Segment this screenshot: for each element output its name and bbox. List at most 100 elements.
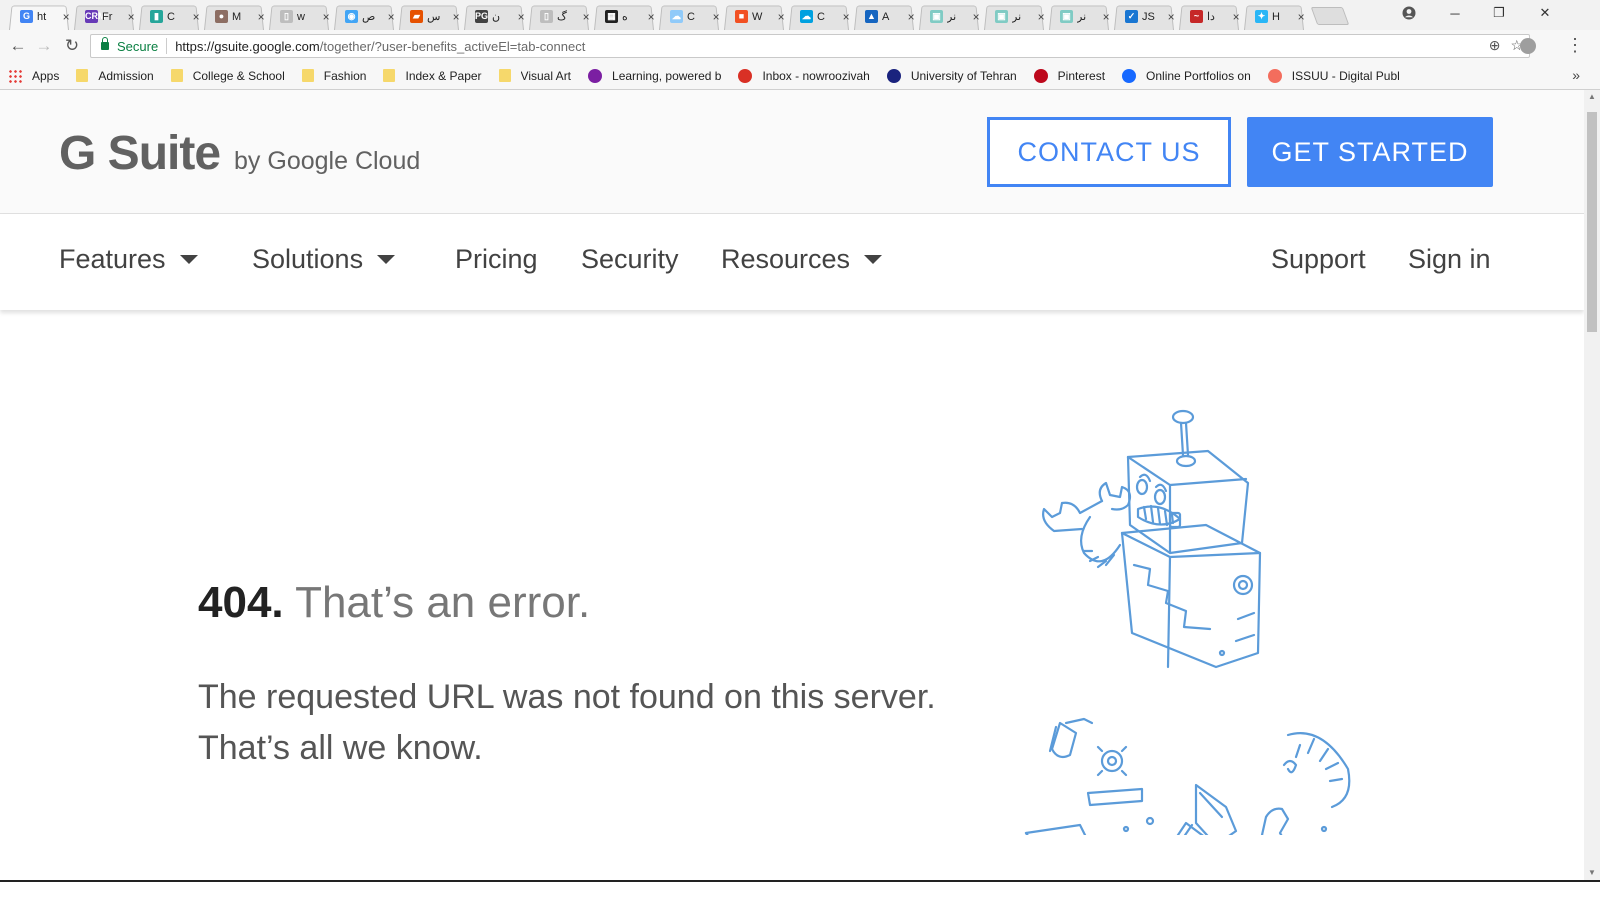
- reload-icon[interactable]: ↻: [62, 36, 82, 56]
- browser-tab[interactable]: ☁ C ×: [656, 3, 722, 30]
- browser-tab[interactable]: ■ W ×: [721, 3, 787, 30]
- scroll-up-icon[interactable]: ▲: [1584, 90, 1600, 104]
- page-scrollbar[interactable]: ▲ ▼: [1584, 90, 1600, 880]
- browser-tab[interactable]: ~ دا ×: [1176, 3, 1242, 30]
- browser-tab[interactable]: ▣ نر ×: [981, 3, 1047, 30]
- nav-resources-label: Resources: [721, 244, 851, 274]
- browser-tab[interactable]: ◉ ص ×: [331, 3, 397, 30]
- extension-icon[interactable]: [1520, 38, 1536, 54]
- nav-resources[interactable]: Resources: [721, 244, 883, 275]
- browser-tab[interactable]: ● M ×: [201, 3, 267, 30]
- bookmark-item[interactable]: College & School: [170, 69, 285, 83]
- tab-close-icon[interactable]: ×: [645, 10, 657, 24]
- bookmark-item[interactable]: Apps: [8, 68, 59, 83]
- browser-tab[interactable]: ✦ H ×: [1241, 3, 1307, 30]
- bookmark-label: Pinterest: [1057, 68, 1106, 83]
- browser-tab[interactable]: ▣ نر ×: [1046, 3, 1112, 30]
- tab-close-icon[interactable]: ×: [320, 10, 332, 24]
- browser-tab[interactable]: ☁ C ×: [786, 3, 852, 30]
- nav-support[interactable]: Support: [1271, 244, 1366, 275]
- more-bookmarks-icon[interactable]: »: [1572, 67, 1580, 83]
- gsuite-logo[interactable]: G Suite by Google Cloud: [59, 126, 420, 181]
- browser-tab[interactable]: ▦ ه ×: [591, 3, 657, 30]
- browser-tab[interactable]: ✓ JS ×: [1111, 3, 1177, 30]
- folder-icon: [76, 69, 89, 82]
- bookmark-item[interactable]: Online Portfolios on: [1122, 68, 1251, 83]
- browser-tab[interactable]: ▯ گ ×: [526, 3, 592, 30]
- back-icon[interactable]: ←: [8, 36, 28, 56]
- error-heading: 404. That’s an error.: [198, 578, 590, 628]
- bookmark-item[interactable]: Inbox - nowroozivah: [738, 68, 870, 83]
- tab-list: Ght × CRM Fr × ▮ C × ● M × ▯ w × ◉ ص × ▰ س × PG ن × ▯ گ × ▦ ه × ☁ C × ■ W…: [6, 3, 1346, 30]
- restore-icon[interactable]: ❐: [1476, 0, 1522, 26]
- tab-close-icon[interactable]: ×: [515, 10, 527, 24]
- scroll-thumb[interactable]: [1587, 112, 1597, 332]
- browser-tab[interactable]: ▯ w ×: [266, 3, 332, 30]
- browser-tab[interactable]: CRM Fr ×: [71, 3, 137, 30]
- profile-icon[interactable]: [1386, 0, 1432, 26]
- issuu-icon: [1267, 68, 1282, 83]
- salesforce-cloud-icon: ☁: [800, 10, 813, 23]
- error-title: That’s an error.: [295, 578, 591, 627]
- browser-tab[interactable]: ▣ نر ×: [916, 3, 982, 30]
- browser-tab[interactable]: PG ن ×: [461, 3, 527, 30]
- zoom-icon[interactable]: ⊕: [1489, 37, 1501, 54]
- tab-close-icon[interactable]: ×: [1295, 10, 1307, 24]
- contact-us-button[interactable]: CONTACT US: [987, 117, 1231, 187]
- address-bar[interactable]: Secure https://gsuite.google.com/togethe…: [90, 34, 1530, 58]
- forward-icon[interactable]: →: [34, 36, 54, 56]
- tab-close-icon[interactable]: ×: [840, 10, 852, 24]
- chrome-menu-icon[interactable]: ⋮: [1566, 35, 1584, 55]
- nav-security[interactable]: Security: [581, 244, 679, 275]
- nav-pricing[interactable]: Pricing: [455, 244, 538, 275]
- triangle-logo-icon: ▲: [865, 10, 878, 23]
- bookmark-item[interactable]: Fashion: [301, 69, 366, 83]
- tab-title: Fr: [102, 10, 113, 23]
- nav-features[interactable]: Features: [59, 244, 198, 275]
- tab-title: M: [232, 10, 242, 23]
- checkbox-logo-icon: ✓: [1125, 10, 1138, 23]
- tab-close-icon[interactable]: ×: [1035, 10, 1047, 24]
- bookmark-item[interactable]: ISSUU - Digital Publ: [1267, 68, 1400, 83]
- minimize-icon[interactable]: ─: [1432, 0, 1478, 26]
- bookmark-item[interactable]: Admission: [76, 69, 154, 83]
- tab-close-icon[interactable]: ×: [970, 10, 982, 24]
- bookmark-item[interactable]: University of Tehran: [886, 68, 1017, 83]
- browser-tab[interactable]: Ght ×: [6, 3, 72, 30]
- bookmark-label: Inbox - nowroozivah: [762, 68, 870, 83]
- url-host: https://gsuite.google.com: [175, 38, 320, 54]
- bookmark-item[interactable]: Index & Paper: [383, 69, 482, 83]
- tab-close-icon[interactable]: ×: [580, 10, 592, 24]
- nav-sign-in[interactable]: Sign in: [1408, 244, 1491, 275]
- tab-title: W: [752, 10, 763, 23]
- pg-icon: PG: [475, 10, 489, 23]
- error-line-1: The requested URL was not found on this …: [198, 678, 936, 716]
- folder-icon: [170, 69, 183, 82]
- tab-title: w: [297, 10, 305, 23]
- browser-tab[interactable]: ▲ A ×: [851, 3, 917, 30]
- bookmark-item[interactable]: Learning, powered b: [588, 68, 721, 83]
- tab-close-icon[interactable]: ×: [385, 10, 397, 24]
- tab-close-icon[interactable]: ×: [190, 10, 202, 24]
- tab-close-icon[interactable]: ×: [710, 10, 722, 24]
- lock-icon: [101, 37, 109, 50]
- tab-close-icon[interactable]: ×: [60, 10, 72, 24]
- browser-tab[interactable]: ▮ C ×: [136, 3, 202, 30]
- tab-close-icon[interactable]: ×: [905, 10, 917, 24]
- bookmark-item[interactable]: Pinterest: [1033, 68, 1106, 83]
- browser-tab[interactable]: ▰ س ×: [396, 3, 462, 30]
- tab-close-icon[interactable]: ×: [125, 10, 137, 24]
- tab-close-icon[interactable]: ×: [1165, 10, 1177, 24]
- tab-close-icon[interactable]: ×: [1230, 10, 1242, 24]
- tab-close-icon[interactable]: ×: [450, 10, 462, 24]
- tab-close-icon[interactable]: ×: [1100, 10, 1112, 24]
- bookmark-item[interactable]: Visual Art: [498, 69, 571, 83]
- nav-solutions[interactable]: Solutions: [252, 244, 396, 275]
- get-started-button[interactable]: GET STARTED: [1247, 117, 1493, 187]
- close-window-icon[interactable]: ✕: [1522, 0, 1568, 26]
- logo-main: G Suite: [59, 127, 221, 180]
- new-tab-button[interactable]: [1314, 7, 1346, 25]
- tab-close-icon[interactable]: ×: [255, 10, 267, 24]
- scroll-down-icon[interactable]: ▼: [1584, 866, 1600, 880]
- tab-close-icon[interactable]: ×: [775, 10, 787, 24]
